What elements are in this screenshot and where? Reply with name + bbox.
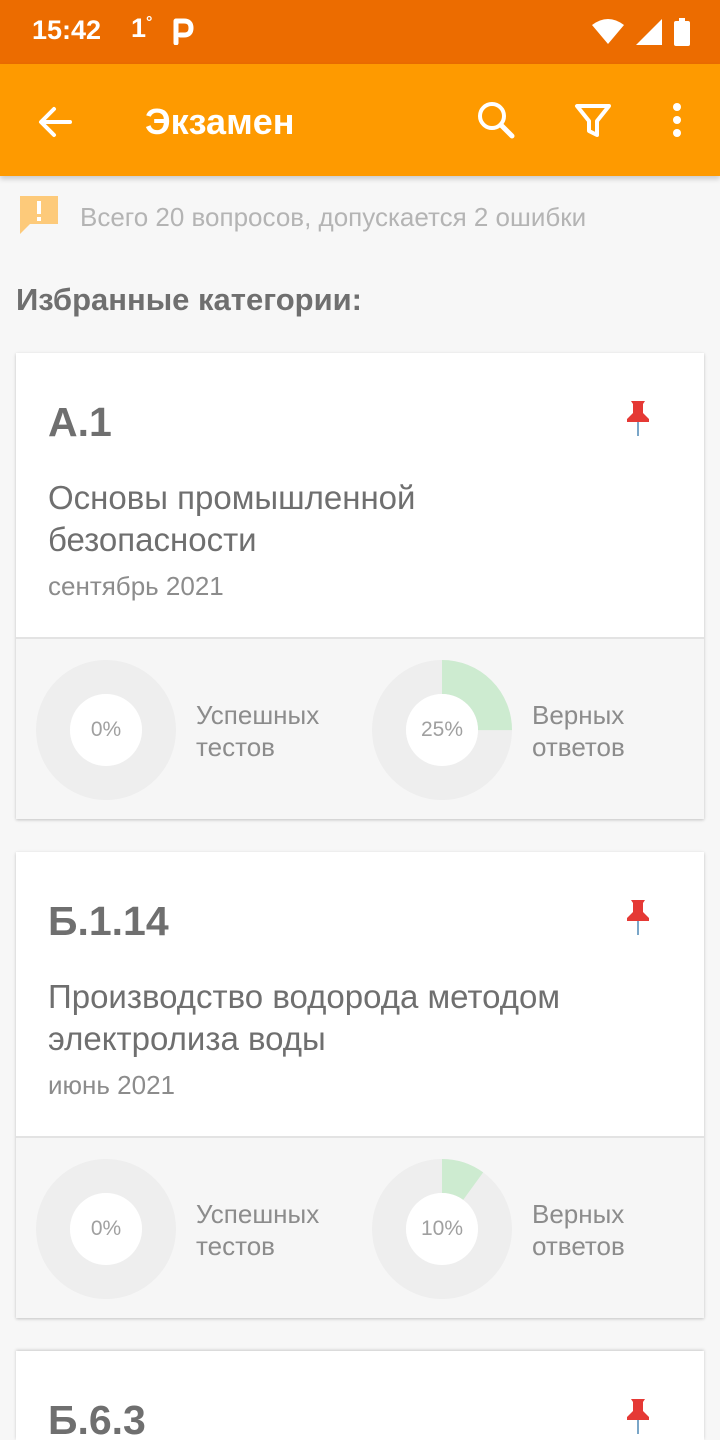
passed-tests-label: Успешных тестов xyxy=(196,700,320,762)
passed-tests-donut: 0% xyxy=(36,1159,176,1299)
battery-icon xyxy=(674,18,690,51)
pin-icon[interactable] xyxy=(622,898,654,938)
category-code: А.1 xyxy=(48,399,112,445)
category-date: сентябрь 2021 xyxy=(48,571,224,601)
category-code: Б.6.3 xyxy=(48,1397,146,1440)
section-title: Избранные категории: xyxy=(16,282,363,317)
passed-tests-percent: 0% xyxy=(90,1217,122,1240)
category-name: Производство водорода методом электролиз… xyxy=(48,978,561,1057)
app-bar: Экзамен xyxy=(0,64,720,176)
status-temperature: 1° xyxy=(131,13,153,43)
alert-bubble-icon xyxy=(18,194,60,241)
filter-icon[interactable] xyxy=(571,98,615,142)
category-card[interactable]: А.1 Основы промышленной безопасности сен… xyxy=(16,353,704,819)
status-bar: 15:42 1° xyxy=(0,0,720,64)
wifi-icon xyxy=(592,19,624,50)
passed-tests-label: Успешных тестов xyxy=(196,1199,320,1261)
correct-answers-donut: 25% xyxy=(372,660,512,800)
category-stats: 0% Успешных тестов 10% Верных ответов xyxy=(16,1136,704,1318)
passed-tests-percent: 0% xyxy=(90,718,122,741)
category-stats: 0% Успешных тестов 25% Верных ответов xyxy=(16,637,704,819)
passed-tests-donut: 0% xyxy=(36,660,176,800)
category-name: Основы промышленной безопасности xyxy=(48,479,416,558)
correct-answers-percent: 25% xyxy=(420,718,464,741)
pin-icon[interactable] xyxy=(622,1397,654,1437)
status-time: 15:42 xyxy=(32,15,102,45)
pin-icon[interactable] xyxy=(622,399,654,439)
p-logo-icon xyxy=(172,17,194,50)
exam-info: Всего 20 вопросов, допускается 2 ошибки xyxy=(18,194,587,241)
category-code: Б.1.14 xyxy=(48,898,169,944)
signal-icon xyxy=(636,19,662,50)
correct-answers-label: Верных ответов xyxy=(532,700,625,762)
category-card[interactable]: Б.6.3 xyxy=(16,1351,704,1440)
correct-answers-label: Верных ответов xyxy=(532,1199,625,1261)
page-title: Экзамен xyxy=(145,101,295,142)
more-vert-icon[interactable] xyxy=(655,98,699,142)
category-card[interactable]: Б.1.14 Производство водорода методом эле… xyxy=(16,852,704,1318)
exam-info-text: Всего 20 вопросов, допускается 2 ошибки xyxy=(80,201,587,232)
correct-answers-percent: 10% xyxy=(420,1217,464,1240)
correct-answers-donut: 10% xyxy=(372,1159,512,1299)
category-date: июнь 2021 xyxy=(48,1070,175,1100)
back-arrow-icon[interactable] xyxy=(34,100,78,144)
search-icon[interactable] xyxy=(474,98,518,142)
